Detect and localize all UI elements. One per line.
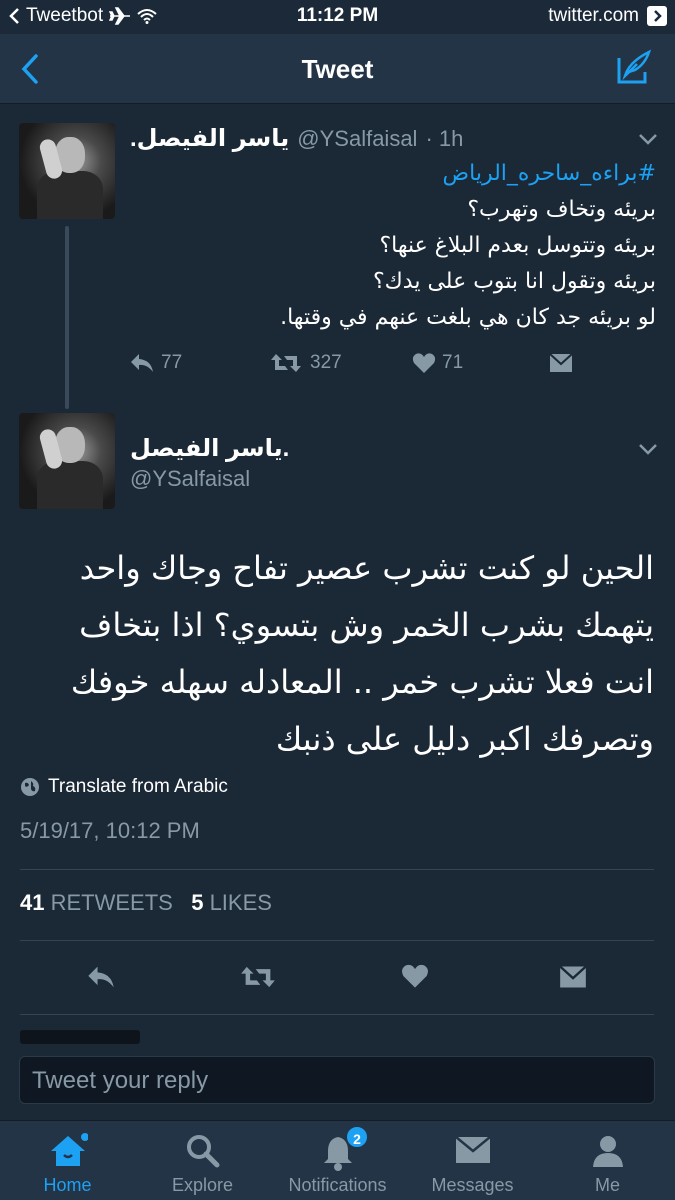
home-icon[interactable] [48,1133,88,1169]
tab-messages[interactable]: Messages [405,1121,540,1200]
navigation-bar: Tweet [0,34,675,104]
notification-badge: 2 [345,1125,369,1149]
tab-home[interactable]: Home [0,1121,135,1200]
like-label: LIKES [209,890,272,915]
reply-input[interactable]: Tweet your reply [19,1056,655,1104]
like-count: 5 [191,890,204,915]
translate-link[interactable]: Translate from Arabic [20,776,228,798]
chevron-down-icon[interactable] [637,132,659,146]
direct-message-action[interactable] [549,352,573,374]
tweet-body: #براءه_ساحره_الرياض بريئه وتخاف وتهرب؟ ب… [136,156,656,336]
tab-label: Messages [431,1175,514,1195]
engagement-counts: 41 RETWEETS 5 LIKES [20,890,272,916]
avatar[interactable] [19,413,115,509]
tweet-line: بريئه وتتوسل بعدم البلاغ عنها؟ [379,233,656,258]
tweet-timestamp: 5/19/17, 10:12 PM [20,818,200,843]
thread-connector-line [65,226,69,409]
translate-label[interactable]: Translate from Arabic [48,776,228,798]
retweet-icon[interactable] [240,964,276,990]
reply-icon[interactable] [86,964,116,990]
tab-explore[interactable]: Explore [135,1121,270,1200]
display-name-text[interactable]: ياسر الفيصل. [130,435,289,462]
forward-to-site-icon[interactable] [647,6,667,26]
tweet-line: بريئه وتقول انا بتوب على يدك؟ [372,269,656,294]
tab-label: Home [43,1175,92,1195]
display-name[interactable]: ياسر الفيصل. [130,434,289,463]
tab-notifications[interactable]: 2 Notifications [270,1121,405,1200]
retweets-stat[interactable]: 41 RETWEETS [20,890,173,915]
hashtag-link[interactable]: #براءه_ساحره_الرياض [136,156,656,192]
retweet-count: 327 [310,352,342,373]
envelope-icon[interactable] [559,964,587,990]
retweet-icon[interactable] [270,352,302,374]
tweet-line: لو بريئه جد كان هي بلغت عنهم في وقتها. [280,305,656,330]
user-handle[interactable]: @YSalfaisal [297,126,417,152]
likes-stat[interactable]: 5 LIKES [191,890,272,915]
heart-icon[interactable] [412,352,436,374]
heart-icon[interactable] [401,963,429,989]
tweet-line: بريئه وتخاف وتهرب؟ [467,197,656,222]
reply-icon[interactable] [129,352,155,374]
tab-label: Me [594,1175,620,1195]
search-icon[interactable] [185,1133,221,1169]
envelope-icon[interactable] [454,1133,492,1167]
retweet-action[interactable]: 327 [270,352,342,374]
like-count: 71 [442,352,464,373]
display-name[interactable]: ياسر الفيصل. [130,124,289,153]
reply-count: 77 [161,352,183,373]
person-icon[interactable] [590,1133,626,1169]
globe-icon [21,778,39,796]
tweet-body: الحين لو كنت تشرب عصير تفاح وجاك واحد يت… [70,549,654,758]
tab-bar: Home Explore 2 Notifications Messages Me [0,1120,675,1200]
tab-label: Explore [171,1175,234,1195]
divider [20,940,654,941]
tweet-age: · 1h [425,126,464,151]
tab-me[interactable]: Me [540,1121,675,1200]
page-title: Tweet [301,54,374,84]
like-action[interactable]: 71 [412,352,463,374]
divider [20,869,654,870]
divider [20,1014,654,1015]
retweet-label: RETWEETS [50,890,173,915]
tab-label: Notifications [288,1175,387,1195]
status-bar: Tweetbot 11:12 PM twitter.com [0,0,675,34]
avatar[interactable] [19,123,115,219]
tweet-header: ياسر الفيصل. @YSalfaisal · 1h [130,124,463,153]
status-url: twitter.com [548,5,639,26]
chevron-down-icon[interactable] [637,442,659,456]
reply-action[interactable]: 77 [129,352,182,374]
next-reply-peek [20,1030,140,1044]
retweet-count: 41 [20,890,45,915]
compose-tweet-icon[interactable] [615,48,655,88]
envelope-icon[interactable] [549,352,573,374]
user-handle[interactable]: @YSalfaisal [130,466,250,492]
status-right: twitter.com [548,5,667,27]
